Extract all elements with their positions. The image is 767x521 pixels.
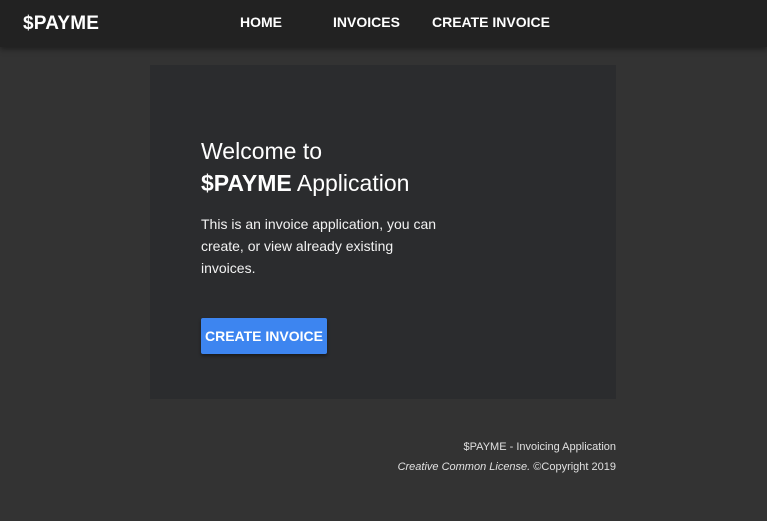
welcome-suffix: Application [291, 170, 410, 196]
nav-invoices-link[interactable]: INVOICES [333, 14, 400, 30]
footer-app-name: $PAYME - Invoicing Application [463, 441, 616, 453]
footer-license: Creative Common License. [397, 461, 531, 473]
welcome-description: This is an invoice application, you can … [201, 216, 437, 276]
create-invoice-button[interactable]: CREATE INVOICE [201, 318, 327, 354]
top-navbar: $PAYME HOME INVOICES CREATE INVOICE [0, 0, 767, 47]
footer-copyright: Creative Common License. ©Copyright 2019 [398, 461, 616, 473]
nav-create-invoice-link[interactable]: CREATE INVOICE [432, 14, 550, 30]
brand-logo[interactable]: $PAYME [23, 13, 99, 35]
welcome-brand: $PAYME [201, 170, 292, 196]
nav-home-link[interactable]: HOME [240, 14, 282, 30]
footer-copyright-text: ©Copyright 2019 [530, 461, 616, 473]
welcome-card: Welcome to $PAYME Application This is an… [150, 65, 616, 399]
welcome-line1: Welcome to [201, 138, 323, 164]
welcome-heading: Welcome to $PAYME Application [201, 135, 409, 199]
